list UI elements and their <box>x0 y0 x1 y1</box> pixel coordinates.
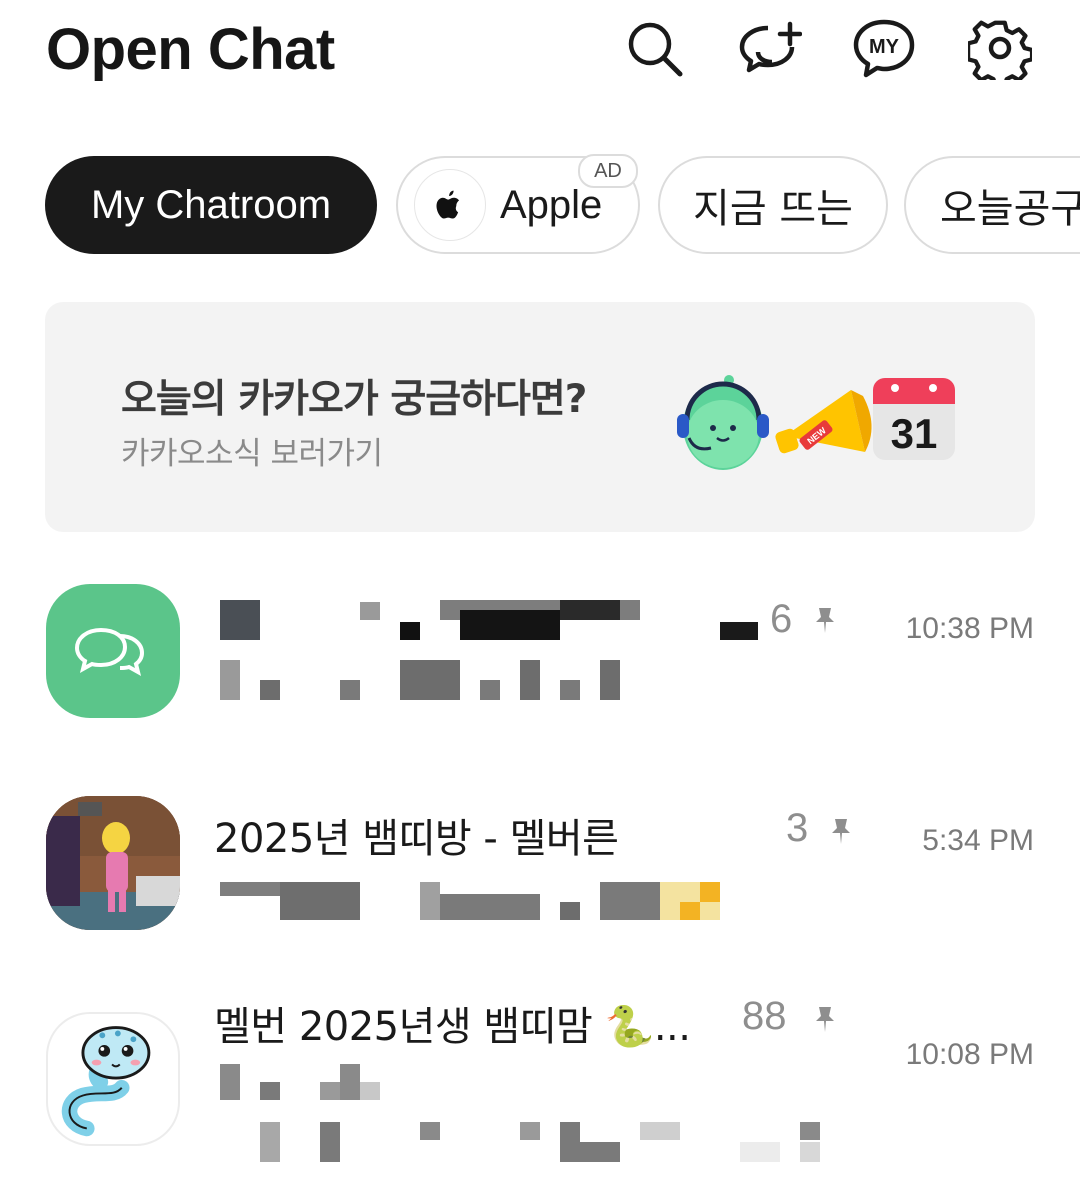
redacted-preview-block <box>440 894 540 920</box>
redacted-preview-block <box>340 680 360 700</box>
category-chips: My Chatroom Apple AD 지금 뜨는 오늘공구 <box>0 154 1080 260</box>
redacted-preview-block <box>340 1064 360 1100</box>
chat-room-name: 멜번 2025년생 뱀띠맘 🐍... <box>214 1004 691 1050</box>
last-message-time: 10:08 PM <box>905 1038 1034 1071</box>
chat-room-row[interactable]: 멜번 2025년생 뱀띠맘 🐍... 88 10:08 PM <box>0 994 1080 1174</box>
redacted-preview-block <box>520 1122 540 1140</box>
redacted-preview-block <box>220 1064 240 1100</box>
redacted-preview-block <box>580 1142 620 1162</box>
calendar-day: 31 <box>891 410 938 457</box>
redacted-preview-block <box>280 882 360 920</box>
banner-subtitle: 카카오소식 보러가기 <box>121 436 383 472</box>
pin-icon <box>832 819 850 844</box>
kakao-news-banner[interactable]: 오늘의 카카오가 궁금하다면? 카카오소식 보러가기 NEW 31 <box>45 302 1035 532</box>
chip-my-chatroom-label: My Chatroom <box>90 182 332 227</box>
member-count: 88 <box>742 994 787 1038</box>
chat-room-row[interactable]: 2025년 뱀띠방 - 멜버른 3 5:34 PM <box>0 794 1080 944</box>
redacted-preview-block <box>560 902 580 920</box>
redacted-preview-block <box>640 1122 680 1140</box>
character-headset-icon <box>677 375 769 470</box>
redacted-preview-block <box>400 660 460 700</box>
redacted-preview-block <box>360 1082 380 1100</box>
redacted-preview-emoji <box>700 882 720 902</box>
redacted-preview-block <box>260 680 280 700</box>
last-message-time: 10:38 PM <box>905 612 1034 645</box>
redacted-preview-block <box>560 1122 580 1162</box>
chip-trending-label: 지금 뜨는 <box>693 186 853 232</box>
member-count: 3 <box>786 806 809 850</box>
redacted-preview-block <box>220 882 280 896</box>
ad-badge: AD <box>578 154 638 188</box>
banner-illustration: NEW 31 <box>677 375 955 470</box>
chat-room-name: 2025년 뱀띠방 - 멜버른 <box>214 816 619 862</box>
redacted-preview-block <box>520 660 540 700</box>
openchat-default-avatar <box>46 584 180 718</box>
redacted-title-block <box>400 622 420 640</box>
redacted-preview-block <box>260 1082 280 1100</box>
redacted-preview-block <box>320 1082 340 1100</box>
search-icon[interactable] <box>622 16 686 80</box>
chip-trending[interactable]: 지금 뜨는 <box>658 156 888 254</box>
member-count: 6 <box>770 597 793 641</box>
redacted-title-block <box>220 600 260 640</box>
redacted-title-block <box>720 622 758 640</box>
pin-icon <box>816 608 834 633</box>
cartoon-room-image <box>46 796 180 930</box>
chat-bubbles-icon <box>74 627 145 676</box>
redacted-title-block <box>460 610 560 640</box>
megaphone-icon: NEW <box>775 390 872 454</box>
new-chat-icon[interactable] <box>738 16 802 80</box>
chip-my-chatroom[interactable]: My Chatroom <box>45 156 377 254</box>
calendar-icon: 31 <box>873 378 955 460</box>
redacted-preview-block <box>560 680 580 700</box>
redacted-preview-block <box>800 1142 820 1162</box>
snake-icon <box>61 1026 151 1137</box>
redacted-preview-block <box>220 660 240 700</box>
redacted-preview-block <box>740 1142 780 1162</box>
redacted-preview-block <box>800 1122 820 1140</box>
my-icon-label: MY <box>869 36 900 58</box>
pin-icon <box>816 1007 834 1032</box>
redacted-preview-block <box>320 1122 340 1162</box>
redacted-preview-block <box>420 1122 440 1140</box>
chat-room-row[interactable]: 6 10:38 PM <box>0 580 1080 730</box>
redacted-preview-emoji <box>680 902 700 920</box>
banner-title: 오늘의 카카오가 궁금하다면? <box>121 377 587 422</box>
last-message-time: 5:34 PM <box>922 824 1034 857</box>
chat-room-avatar <box>46 796 180 930</box>
apple-logo-icon <box>414 169 486 241</box>
redacted-title-block <box>360 602 380 620</box>
redacted-preview-block <box>260 1122 280 1162</box>
page-title: Open Chat <box>46 17 335 82</box>
chip-apple-label: Apple <box>500 182 603 227</box>
chip-today-label: 오늘공구 <box>940 186 1080 232</box>
redacted-title-block <box>560 600 620 620</box>
redacted-preview-block <box>600 882 660 920</box>
chat-room-avatar <box>46 1012 180 1146</box>
redacted-preview-block <box>480 680 500 700</box>
settings-icon[interactable] <box>968 16 1032 80</box>
redacted-preview-block <box>600 660 620 700</box>
my-profile-icon[interactable]: MY <box>852 16 916 80</box>
redacted-preview-block <box>420 882 440 920</box>
header: Open Chat MY <box>0 0 1080 110</box>
chip-today[interactable]: 오늘공구 <box>904 156 1080 254</box>
